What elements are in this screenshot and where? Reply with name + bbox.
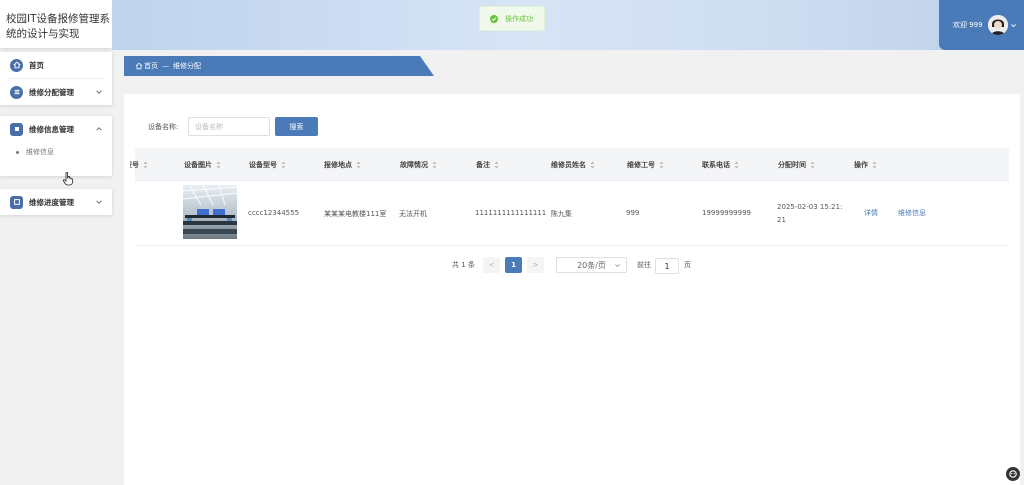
cell-time-line1: 2025-02-03 15:21: xyxy=(777,203,843,211)
goto-page-input[interactable]: 1 xyxy=(655,258,679,274)
sidebar-item-assignment[interactable]: 维修分配管理 xyxy=(0,79,112,105)
sidebar-item-home[interactable]: 首页 xyxy=(0,52,112,78)
home-icon xyxy=(135,62,143,70)
top-header: 操作成功 xyxy=(112,0,1024,50)
chevron-down-icon[interactable] xyxy=(1010,22,1017,29)
sidebar-subitem-label: 维修信息 xyxy=(26,148,54,156)
sidebar-item-label: 维修分配管理 xyxy=(29,87,74,97)
col-header-image[interactable]: 设备图片 xyxy=(184,160,221,170)
chevron-down-icon xyxy=(96,90,102,94)
col-header-location[interactable]: 报修地点 xyxy=(324,160,361,170)
main-panel: 设备名称: 搜索 型号 设备图片 设备型号 报修地点 故障情况 备注 维修员姓名… xyxy=(124,94,1020,485)
cell-time-line2: 21 xyxy=(777,216,786,224)
breadcrumb-home[interactable]: 首页 xyxy=(144,61,158,71)
page-suffix: 页 xyxy=(684,261,691,269)
sidebar-item-repair-info[interactable]: 维修信息管理 xyxy=(0,116,112,142)
success-toast: 操作成功 xyxy=(479,6,545,31)
chevron-down-icon xyxy=(615,264,620,268)
cell-phone: 19999999999 xyxy=(702,209,751,217)
breadcrumb-separator: — xyxy=(162,62,169,70)
page-size-value: 20条/页 xyxy=(577,260,606,270)
sidebar-subitem-repair-info[interactable]: 维修信息 xyxy=(0,142,112,162)
chevron-up-icon xyxy=(96,127,102,131)
goto-label: 前往 xyxy=(637,261,651,269)
search-button[interactable]: 搜索 xyxy=(275,117,318,136)
search-label: 设备名称: xyxy=(148,123,179,131)
col-header-actions[interactable]: 操作 xyxy=(854,160,877,170)
next-page-button[interactable]: > xyxy=(527,257,544,273)
col-header-repairer[interactable]: 维修员姓名 xyxy=(551,160,595,170)
avatar[interactable] xyxy=(987,15,1008,35)
cell-model: cccc12344555 xyxy=(248,209,300,217)
sidebar-item-progress[interactable]: 维修进度管理 xyxy=(0,189,112,215)
col-header-fault[interactable]: 故障情况 xyxy=(400,160,437,170)
table-row: cccc12344555 某某某电教楼111室 无法开机 11111111111… xyxy=(135,181,1009,246)
sort-icon[interactable] xyxy=(734,161,739,169)
col-header-type[interactable]: 型号 xyxy=(130,160,148,170)
sort-icon[interactable] xyxy=(216,161,221,169)
sort-icon[interactable] xyxy=(432,161,437,169)
table-header: 型号 设备图片 设备型号 报修地点 故障情况 备注 维修员姓名 维修工号 联系电… xyxy=(130,148,1009,181)
sidebar-item-label: 首页 xyxy=(29,60,44,70)
sort-icon[interactable] xyxy=(356,161,361,169)
sidebar-item-label: 维修信息管理 xyxy=(29,124,74,134)
page-1-button[interactable]: 1 xyxy=(505,257,522,273)
cell-note: 1111111111111111 xyxy=(475,209,547,217)
repair-assignment-table: 型号 设备图片 设备型号 报修地点 故障情况 备注 维修员姓名 维修工号 联系电… xyxy=(130,148,1009,246)
chevron-down-icon xyxy=(96,200,102,204)
sidebar-item-label: 维修进度管理 xyxy=(29,197,74,207)
menu-group-top: 首页 维修分配管理 xyxy=(0,52,112,105)
list-icon xyxy=(10,85,23,99)
check-circle-icon xyxy=(490,14,498,23)
col-header-note[interactable]: 备注 xyxy=(476,160,499,170)
sort-icon[interactable] xyxy=(281,161,286,169)
sort-icon[interactable] xyxy=(143,161,148,169)
sort-icon[interactable] xyxy=(659,161,664,169)
cell-location: 某某某电教楼111室 xyxy=(324,210,387,218)
repair-icon xyxy=(10,122,23,136)
cell-worker-id: 999 xyxy=(626,209,640,217)
user-menu[interactable]: 欢迎 999 xyxy=(939,0,1024,50)
pagination-total: 共 1 条 xyxy=(452,261,475,269)
breadcrumb-current: 维修分配 xyxy=(173,62,201,70)
col-header-model[interactable]: 设备型号 xyxy=(249,160,286,170)
col-header-phone[interactable]: 联系电话 xyxy=(702,160,739,170)
sidebar: 校园IT设备报修管理系统的设计与实现 首页 维修分配管理 维修信息管理 维修信息… xyxy=(0,0,112,485)
device-name-input[interactable] xyxy=(188,117,270,136)
toast-text: 操作成功 xyxy=(505,14,533,23)
assistant-icon[interactable] xyxy=(1006,467,1020,481)
sort-icon[interactable] xyxy=(810,161,815,169)
sort-icon[interactable] xyxy=(872,161,877,169)
cell-repairer: 陈九集 xyxy=(551,210,572,218)
prev-page-button[interactable]: < xyxy=(483,257,500,273)
sort-icon[interactable] xyxy=(494,161,499,169)
detail-link[interactable]: 详情 xyxy=(864,208,878,218)
app-title: 校园IT设备报修管理系统的设计与实现 xyxy=(0,0,112,48)
hand-cursor-icon xyxy=(62,172,73,186)
sort-icon[interactable] xyxy=(590,161,595,169)
repair-info-link[interactable]: 维修信息 xyxy=(898,208,926,218)
menu-group-progress: 维修进度管理 xyxy=(0,189,112,215)
welcome-text: 欢迎 999 xyxy=(953,21,983,29)
menu-group-repair-info: 维修信息管理 维修信息 xyxy=(0,116,112,176)
bullet-icon xyxy=(16,150,19,154)
device-image[interactable] xyxy=(183,185,237,239)
progress-icon xyxy=(10,195,23,209)
breadcrumb: 首页 — 维修分配 xyxy=(124,56,434,76)
col-header-time[interactable]: 分配时间 xyxy=(778,160,815,170)
col-header-worker-id[interactable]: 维修工号 xyxy=(627,160,664,170)
cell-fault: 无法开机 xyxy=(399,210,427,218)
page-size-select[interactable]: 20条/页 xyxy=(556,257,627,273)
home-icon xyxy=(10,58,23,72)
